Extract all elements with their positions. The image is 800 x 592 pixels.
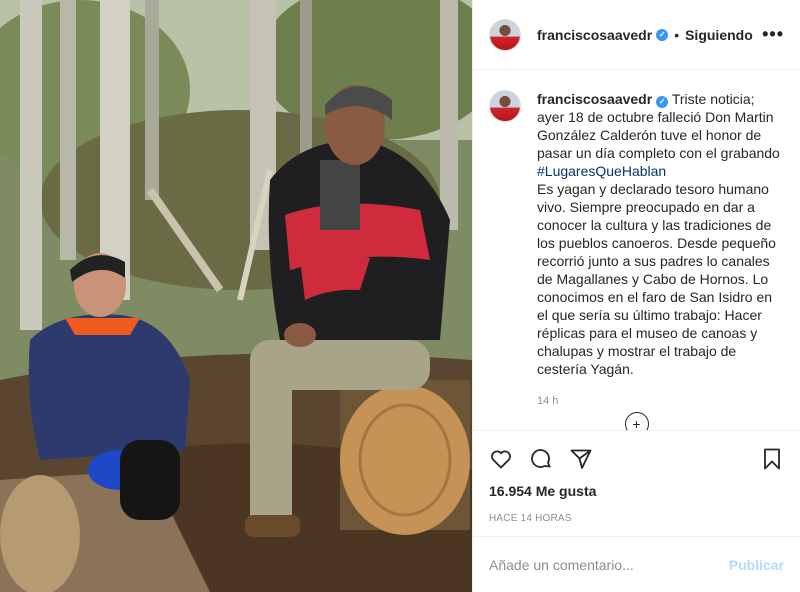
verified-icon: ✓ — [656, 28, 669, 41]
instagram-post: franciscosaavedr ✓ • Siguiendo ••• franc… — [0, 0, 800, 592]
hashtag-link[interactable]: #LugaresQueHablan — [537, 163, 666, 179]
separator-dot: • — [674, 26, 680, 43]
header-username[interactable]: franciscosaavedr — [537, 27, 652, 43]
publish-button[interactable]: Publicar — [729, 557, 784, 573]
post-details-panel: franciscosaavedr ✓ • Siguiendo ••• franc… — [472, 0, 800, 592]
caption-username[interactable]: franciscosaavedr — [537, 91, 652, 107]
post-photo[interactable] — [0, 0, 472, 592]
forest-scene-illustration — [0, 0, 472, 592]
more-horizontal-icon[interactable]: ••• — [762, 24, 784, 45]
verified-icon: ✓ — [656, 96, 669, 108]
comment-icon[interactable] — [529, 447, 553, 471]
following-button[interactable]: Siguiendo — [685, 27, 753, 43]
action-icons — [489, 439, 784, 479]
heart-icon[interactable] — [489, 447, 513, 471]
load-more-comments-icon[interactable]: + — [624, 412, 649, 430]
caption-body: franciscosaavedr ✓ Triste noticia; ayer 1… — [537, 90, 784, 410]
caption: franciscosaavedr ✓ Triste noticia; ayer 1… — [489, 90, 784, 410]
bookmark-icon[interactable] — [760, 447, 784, 471]
likes-count[interactable]: 16.954 Me gusta — [489, 483, 784, 499]
avatar[interactable] — [489, 18, 521, 51]
comment-input[interactable] — [489, 556, 729, 573]
caption-avatar[interactable] — [489, 90, 521, 122]
comment-form: Publicar — [473, 536, 800, 592]
caption-text-continued: Es yagan y declarado tesoro humano vivo.… — [537, 181, 780, 377]
paper-plane-icon[interactable] — [569, 447, 593, 471]
post-header: franciscosaavedr ✓ • Siguiendo ••• — [473, 0, 800, 70]
caption-time: 14 h — [537, 395, 559, 407]
posted-time: HACE 14 HORAS — [489, 513, 572, 524]
comments-area: franciscosaavedr ✓ Triste noticia; ayer 1… — [473, 70, 800, 430]
actions-area: 16.954 Me gusta HACE 14 HORAS — [473, 430, 800, 536]
